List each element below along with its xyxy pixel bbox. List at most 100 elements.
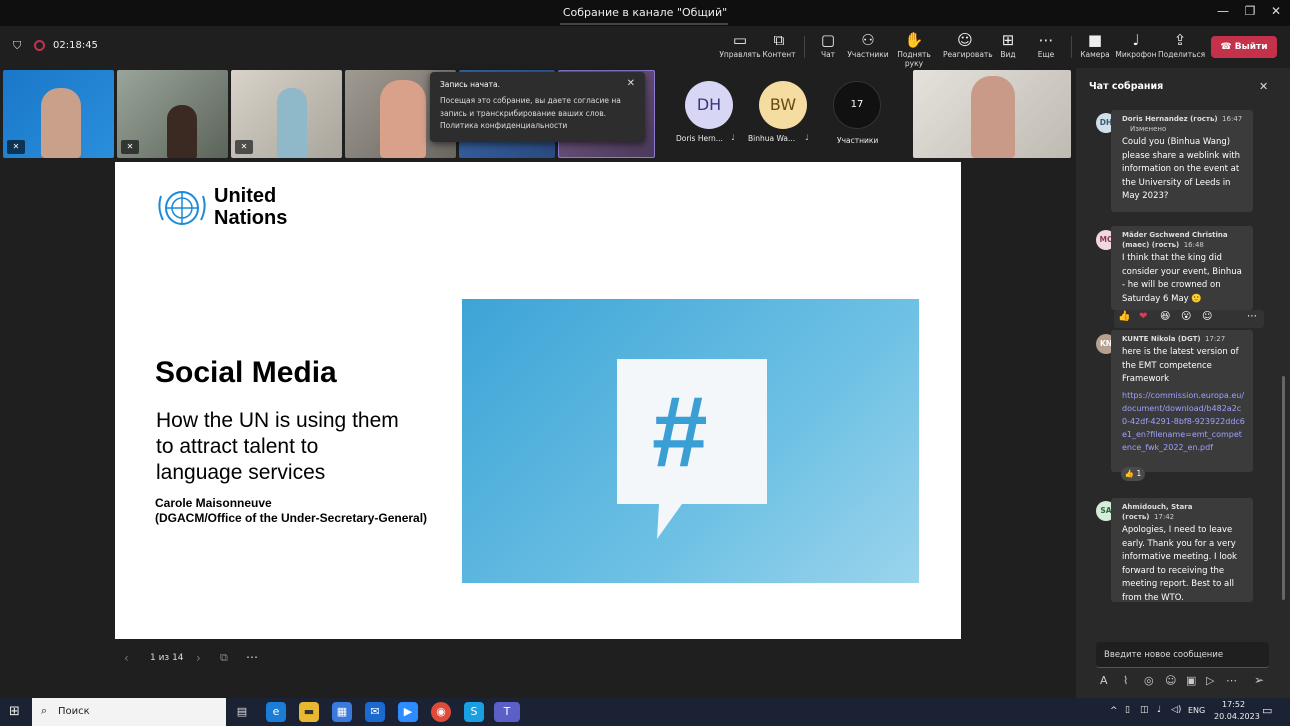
close-window-icon[interactable]: ✕ <box>1264 4 1288 18</box>
volume-icon[interactable]: ◁) <box>1171 705 1181 715</box>
raise-hand-button[interactable]: ✋ Поднять руку <box>892 30 936 68</box>
chat-message[interactable]: Doris Hernandez (гость) 16:47 Изменено C… <box>1111 110 1253 212</box>
close-icon[interactable]: ✕ <box>627 78 635 89</box>
skype-icon[interactable]: S <box>464 702 484 722</box>
hand-icon: ✋ <box>904 31 924 49</box>
chat-message-text: here is the latest version of the EMT co… <box>1122 347 1239 384</box>
leave-button[interactable]: ☎ Выйти <box>1211 36 1277 58</box>
shield-icon[interactable]: ⛉ <box>13 39 21 53</box>
laugh-reaction-icon[interactable]: 😆 <box>1160 311 1170 322</box>
camera-button[interactable]: ■ Камера <box>1073 30 1117 59</box>
recording-toast: Запись начата. Посещая это собрание, вы … <box>430 72 645 142</box>
participant-name: Binhua Wa... <box>748 134 796 143</box>
attach-icon[interactable]: ⌇ <box>1123 674 1128 687</box>
language-indicator[interactable]: ENG <box>1188 706 1205 715</box>
search-icon: ⌕ <box>41 704 48 717</box>
participant-video <box>277 88 307 158</box>
title-underline <box>560 23 728 25</box>
mic-tray-icon[interactable]: ♩ <box>1157 705 1161 715</box>
gif-icon[interactable]: ▣ <box>1186 674 1196 687</box>
clock-date[interactable]: 20.04.2023 <box>1214 712 1260 721</box>
task-view-icon[interactable]: ▤ <box>232 702 252 722</box>
mic-off-icon: ♩ <box>805 133 809 142</box>
camera-icon: ■ <box>1087 31 1103 49</box>
schedule-icon[interactable]: ▷ <box>1206 674 1214 687</box>
heart-reaction-icon[interactable]: ❤ <box>1139 311 1147 322</box>
video-tile-7[interactable] <box>913 70 1071 158</box>
more-icon[interactable]: ⋯ <box>1226 674 1237 687</box>
framework-link[interactable]: https://commission.europa.eu/document/do… <box>1122 389 1245 454</box>
taskbar-search[interactable]: ⌕ Поиск <box>32 698 226 726</box>
chevron-up-icon[interactable]: ^ <box>1110 706 1118 716</box>
share-button[interactable]: ⇪ Поделиться <box>1158 30 1205 59</box>
more-options-icon[interactable]: ⋯ <box>1247 311 1257 322</box>
close-chat-icon[interactable]: ✕ <box>1259 80 1268 93</box>
meeting-toolbar: ⛉ 02:18:45 ▭ Управлять ⧉ Контент ▢ Чат ⚇ Уча… <box>0 26 1290 68</box>
reaction-count[interactable]: 👍 1 <box>1121 467 1145 481</box>
avatar-dh[interactable]: DH <box>685 81 733 129</box>
clock-time[interactable]: 17:52 <box>1222 700 1245 709</box>
edge-icon[interactable]: e <box>266 702 286 722</box>
more-icon[interactable]: ⋯ <box>246 650 258 664</box>
mic-off-icon: ✕ <box>121 140 139 154</box>
chat-message-text: Apologies, I need to leave early. Thank … <box>1122 525 1237 603</box>
slides-grid-icon[interactable]: ⧉ <box>220 651 228 665</box>
prev-slide-icon[interactable]: ‹ <box>124 651 129 665</box>
content-button[interactable]: ⧉ Контент <box>757 30 801 59</box>
manage-button[interactable]: ▭ Управлять <box>718 30 762 59</box>
more-icon: ⋯ <box>1038 31 1054 49</box>
like-reaction-icon[interactable]: 👍 <box>1118 311 1130 322</box>
battery-icon[interactable]: ▯ <box>1125 705 1130 715</box>
participants-count-label: Участники <box>837 136 879 145</box>
un-emblem-icon <box>158 191 206 225</box>
add-reaction-icon[interactable]: ☺ <box>1202 311 1212 322</box>
phone-icon: ☎ <box>1220 42 1235 52</box>
notifications-icon[interactable]: ▭ <box>1262 704 1272 717</box>
chat-button[interactable]: ▢ Чат <box>806 30 850 59</box>
mic-off-icon: ✕ <box>7 140 25 154</box>
chat-message[interactable]: Ahmidouch, Stara (гость) 17:42 Apologies… <box>1111 498 1253 603</box>
surprised-reaction-icon[interactable]: 😮 <box>1181 311 1191 322</box>
chat-icon: ▢ <box>820 31 836 49</box>
chat-message[interactable]: Mäder Gschwend Christina (maес) (гость) … <box>1111 226 1253 310</box>
next-slide-icon[interactable]: › <box>196 651 201 665</box>
file-explorer-icon[interactable]: ▬ <box>299 702 319 722</box>
video-tile-2[interactable]: ✕ <box>117 70 228 158</box>
teams-icon[interactable]: T <box>494 702 520 722</box>
mail-icon[interactable]: ✉ <box>365 702 385 722</box>
reaction-bar: 👍 ❤ 😆 😮 ☺ ⋯ <box>1114 310 1264 328</box>
minimize-icon[interactable]: — <box>1211 4 1235 18</box>
chat-panel: Чат собрания ✕ DH Doris Hernandez (гость… <box>1076 68 1290 698</box>
slide-title: Social Media <box>155 356 337 389</box>
maximize-icon[interactable]: ❐ <box>1238 4 1262 18</box>
network-icon[interactable]: ◫ <box>1140 705 1149 715</box>
send-icon[interactable]: ➢ <box>1254 673 1264 687</box>
more-button[interactable]: ⋯ Еще <box>1024 30 1068 59</box>
manage-icon: ▭ <box>732 31 748 49</box>
mic-button[interactable]: ♩ Микрофон <box>1114 30 1158 59</box>
react-button[interactable]: ☺ Реагировать <box>943 30 993 59</box>
chrome-icon[interactable]: ◉ <box>431 702 451 722</box>
zoom-icon[interactable]: ▶ <box>398 702 418 722</box>
participants-count-badge[interactable]: 17 <box>833 81 881 129</box>
avatar-bw[interactable]: BW <box>759 81 807 129</box>
meeting-timer: 02:18:45 <box>53 40 98 51</box>
toast-body: Посещая это собрание, вы даете согласие … <box>440 96 621 118</box>
video-tile-3[interactable]: ✕ <box>231 70 342 158</box>
chat-title: Чат собрания <box>1089 81 1164 92</box>
smiley-icon: ☺ <box>957 31 973 49</box>
chat-message[interactable]: KUNTE Nikola (DGT) 17:27 here is the lat… <box>1111 330 1253 481</box>
loop-icon[interactable]: ◎ <box>1144 674 1154 687</box>
participants-button[interactable]: ⚇ Участники <box>846 30 890 59</box>
emoji-icon[interactable]: ☺ <box>1165 674 1176 687</box>
participant-name: Doris Hern... <box>676 134 723 143</box>
message-input[interactable]: Введите новое сообщение <box>1096 642 1269 668</box>
privacy-policy-link[interactable]: Политика конфиденциальности <box>440 120 635 132</box>
chat-scrollbar[interactable] <box>1282 376 1285 600</box>
participant-video <box>971 76 1015 158</box>
title-bar: Собрание в канале "Общий" — ❐ ✕ <box>0 0 1290 26</box>
store-icon[interactable]: ▦ <box>332 702 352 722</box>
format-icon[interactable]: A <box>1100 674 1108 687</box>
windows-start-icon[interactable]: ⊞ <box>9 704 20 719</box>
video-tile-1[interactable]: ✕ <box>3 70 114 158</box>
